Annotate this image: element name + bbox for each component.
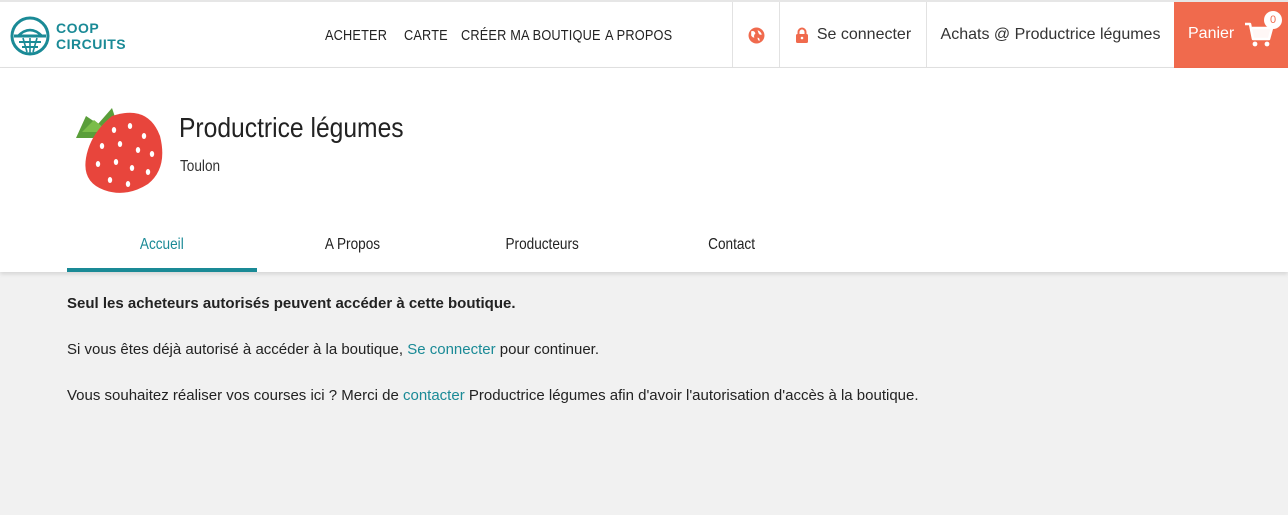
language-button[interactable] bbox=[732, 2, 779, 68]
strawberry-icon bbox=[76, 108, 163, 193]
access-restricted-message: Seul les acheteurs autorisés peuvent acc… bbox=[67, 295, 1217, 405]
topbar-actions: Se connecter Achats @ Productrice légume… bbox=[732, 2, 1288, 68]
restricted-heading: Seul les acheteurs autorisés peuvent acc… bbox=[67, 295, 516, 312]
top-navbar: COOP CIRCUITS ACHETER CARTE CRÉER MA BOU… bbox=[0, 0, 1288, 68]
brand-logo[interactable]: COOP CIRCUITS bbox=[10, 15, 126, 57]
current-shop-label: Achats @ Productrice légumes bbox=[940, 26, 1161, 43]
shop-name: Productrice légumes bbox=[179, 112, 404, 143]
contact-paragraph: Vous souhaitez réaliser vos courses ici … bbox=[67, 387, 1217, 405]
tab-a-propos[interactable]: A Propos bbox=[257, 228, 447, 272]
tab-contact[interactable]: Contact bbox=[637, 228, 827, 272]
cart-count-badge: 0 bbox=[1264, 11, 1282, 29]
brand-line-2: CIRCUITS bbox=[56, 36, 127, 52]
login-button[interactable]: Se connecter bbox=[779, 2, 926, 68]
main-nav: ACHETER CARTE CRÉER MA BOUTIQUE A PROPOS bbox=[325, 2, 692, 68]
tab-label: Accueil bbox=[140, 236, 184, 253]
shop-city: Toulon bbox=[180, 158, 221, 175]
tab-label: A Propos bbox=[324, 236, 380, 253]
login-suffix: pour continuer. bbox=[495, 341, 600, 358]
tab-accueil[interactable]: Accueil bbox=[67, 228, 257, 272]
contact-link[interactable]: contacter bbox=[403, 387, 465, 404]
brand-line-1: COOP bbox=[56, 20, 100, 36]
shop-header: Productrice légumes Toulon Accueil A Pro… bbox=[0, 68, 1288, 272]
nav-item-acheter[interactable]: ACHETER bbox=[325, 27, 387, 44]
tab-label: Contact bbox=[708, 236, 756, 253]
nav-item-a-propos[interactable]: A PROPOS bbox=[605, 27, 672, 44]
cart-label: Panier bbox=[1188, 25, 1235, 42]
login-link[interactable]: Se connecter bbox=[407, 341, 495, 358]
tab-producteurs[interactable]: Producteurs bbox=[447, 228, 637, 272]
current-shop-link[interactable]: Achats @ Productrice légumes bbox=[926, 2, 1174, 68]
login-label: Se connecter bbox=[816, 26, 912, 43]
globe-icon bbox=[748, 27, 764, 43]
nav-item-creer-boutique[interactable]: CRÉER MA BOUTIQUE bbox=[461, 27, 600, 44]
shop-tabs: Accueil A Propos Producteurs Contact bbox=[67, 228, 827, 272]
nav-item-carte[interactable]: CARTE bbox=[404, 27, 448, 44]
lock-icon bbox=[795, 27, 808, 43]
tab-label: Producteurs bbox=[505, 236, 579, 253]
login-paragraph: Si vous êtes déjà autorisé à accéder à l… bbox=[67, 341, 1217, 359]
contact-prefix: Vous souhaitez réaliser vos courses ici … bbox=[67, 387, 403, 404]
contact-suffix: Productrice légumes afin d'avoir l'autor… bbox=[464, 387, 919, 404]
login-prefix: Si vous êtes déjà autorisé à accéder à l… bbox=[67, 341, 408, 358]
coop-circuits-logo-icon bbox=[10, 16, 50, 56]
cart-button[interactable]: Panier 0 bbox=[1174, 2, 1288, 68]
